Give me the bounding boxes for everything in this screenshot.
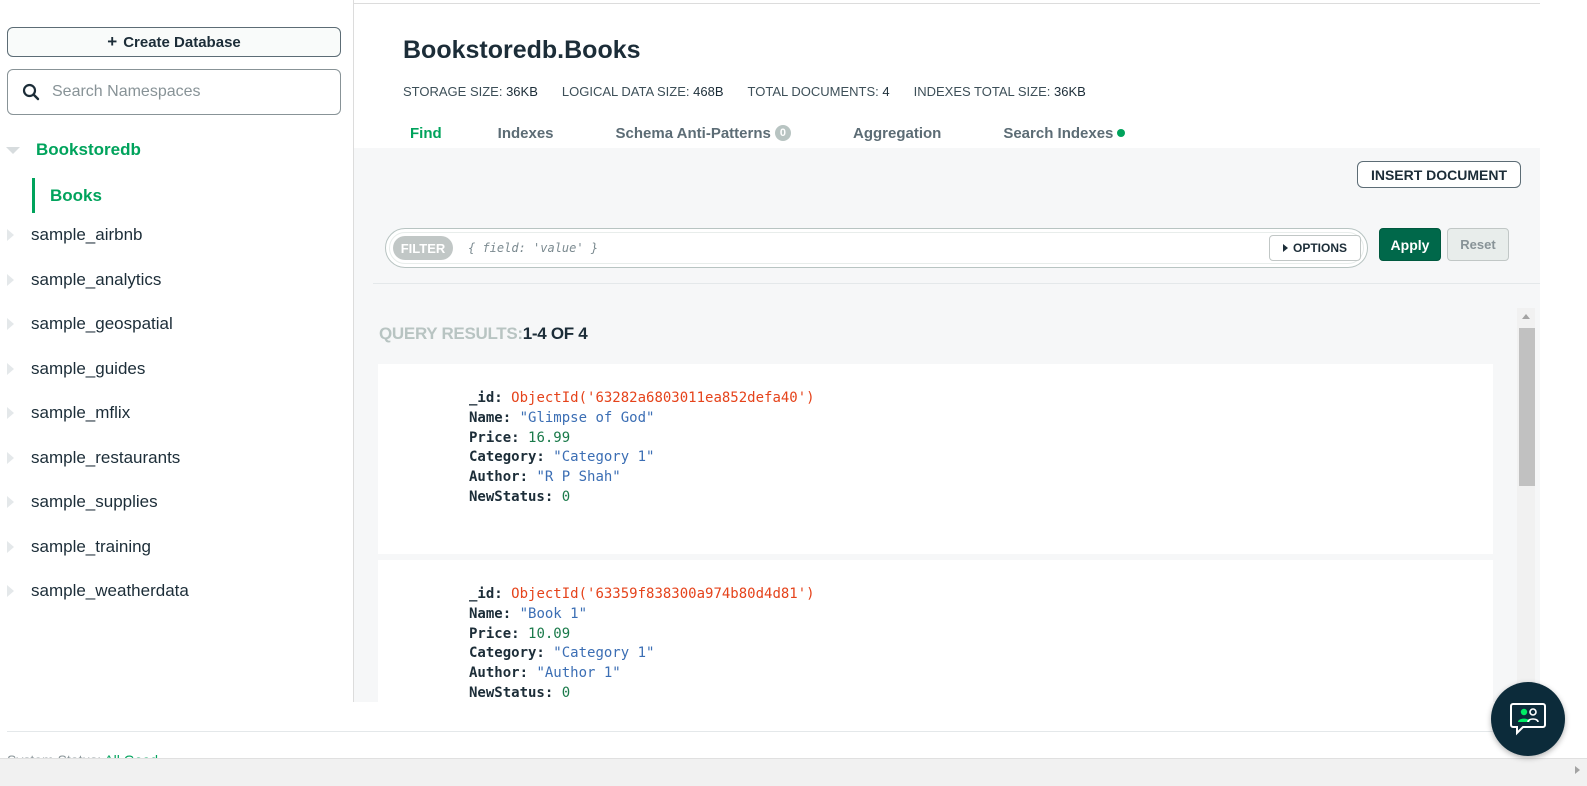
sidebar-db-label: sample_weatherdata <box>31 581 189 600</box>
sidebar-db-label: sample_mflix <box>31 403 131 422</box>
caret-right-icon <box>1282 244 1288 252</box>
stat-storage-size: STORAGE SIZE: 36KB <box>403 84 538 99</box>
search-namespaces-box[interactable] <box>7 69 341 115</box>
options-button[interactable]: OPTIONS <box>1269 235 1361 261</box>
sidebar-db-label: sample_geospatial <box>31 314 173 333</box>
insert-document-button[interactable]: INSERT DOCUMENT <box>1357 161 1521 188</box>
status-dot-icon <box>1117 129 1126 137</box>
query-results-label: QUERY RESULTS:1-4 OF 4 <box>379 324 588 343</box>
document-fields: _id: ObjectId('63282a6803011ea852defa40'… <box>469 390 815 505</box>
search-icon <box>22 83 40 101</box>
chevron-down-icon <box>6 146 20 154</box>
collection-stats: STORAGE SIZE: 36KB LOGICAL DATA SIZE: 46… <box>403 84 1110 99</box>
sidebar-db-item[interactable]: sample_supplies <box>0 487 353 517</box>
sidebar-db-bookstoredb[interactable]: Bookstoredb <box>0 135 353 165</box>
sidebar-collection-books[interactable]: Books <box>32 178 354 213</box>
collection-tabs: Find Indexes Schema Anti-Patterns 0 Aggr… <box>410 122 1126 144</box>
chat-support-icon <box>1510 703 1546 736</box>
sidebar-db-item[interactable]: sample_airbnb <box>0 220 353 250</box>
chevron-right-icon <box>7 363 14 375</box>
filter-bar: FILTER OPTIONS <box>385 228 1368 268</box>
chevron-right-icon <box>7 452 14 464</box>
chevron-right-icon <box>7 541 14 553</box>
sidebar-db-item[interactable]: sample_analytics <box>0 265 353 295</box>
tab-aggregation[interactable]: Aggregation <box>853 122 941 144</box>
sidebar-db-label: sample_guides <box>31 359 146 378</box>
results-scrollbar[interactable] <box>1517 308 1535 702</box>
stat-total-documents: TOTAL DOCUMENTS: 4 <box>747 84 890 99</box>
filter-divider <box>373 283 1540 284</box>
sidebar-db-label: sample_training <box>31 537 152 556</box>
tab-search-indexes[interactable]: Search Indexes <box>1003 122 1126 144</box>
tab-schema-anti-patterns[interactable]: Schema Anti-Patterns 0 <box>616 122 791 144</box>
sidebar-db-item[interactable]: sample_guides <box>0 354 353 384</box>
create-database-label: Create Database <box>123 33 241 51</box>
sidebar: + Create Database Bookstoredb Books samp… <box>0 0 354 702</box>
scroll-right-arrow-icon[interactable] <box>1575 766 1580 774</box>
sidebar-db-label: sample_airbnb <box>31 225 143 244</box>
apply-button[interactable]: Apply <box>1379 228 1441 261</box>
chevron-right-icon <box>7 585 14 597</box>
sidebar-db-label: Bookstoredb <box>36 140 141 159</box>
filter-input[interactable] <box>468 237 1248 259</box>
document-card[interactable]: _id: ObjectId('63359f838300a974b80d4d81'… <box>378 560 1493 702</box>
documents-workspace: INSERT DOCUMENT FILTER OPTIONS Apply Res… <box>354 148 1540 702</box>
plus-icon: + <box>107 32 118 51</box>
scrollbar-thumb[interactable] <box>1519 328 1535 486</box>
stat-logical-data-size: LOGICAL DATA SIZE: 468B <box>561 84 724 99</box>
query-results-count: 1-4 OF 4 <box>522 324 588 343</box>
sidebar-db-item[interactable]: sample_training <box>0 532 353 562</box>
sidebar-db-item[interactable]: sample_weatherdata <box>0 576 353 606</box>
sidebar-db-item[interactable]: sample_restaurants <box>0 443 353 473</box>
sidebar-db-item[interactable]: sample_mflix <box>0 398 353 428</box>
reset-button[interactable]: Reset <box>1447 228 1509 261</box>
chevron-right-icon <box>7 407 14 419</box>
sidebar-db-label: sample_analytics <box>31 270 162 289</box>
page-title: Bookstoredb.Books <box>403 36 641 64</box>
chevron-right-icon <box>7 318 14 330</box>
chevron-right-icon <box>7 496 14 508</box>
footer-divider <box>7 731 1540 732</box>
scroll-up-arrow-icon[interactable] <box>1522 314 1530 319</box>
tab-indexes[interactable]: Indexes <box>498 122 554 144</box>
sidebar-collection-label: Books <box>50 185 102 205</box>
sidebar-db-label: sample_restaurants <box>31 448 181 467</box>
main-panel: Bookstoredb.Books STORAGE SIZE: 36KB LOG… <box>354 0 1540 702</box>
document-card[interactable]: _id: ObjectId('63282a6803011ea852defa40'… <box>378 364 1493 554</box>
document-fields: _id: ObjectId('63359f838300a974b80d4d81'… <box>469 586 815 701</box>
chat-support-button[interactable] <box>1491 682 1565 756</box>
sidebar-db-item[interactable]: sample_geospatial <box>0 309 353 339</box>
filter-label: FILTER <box>393 236 453 260</box>
search-namespaces-input[interactable] <box>52 83 322 101</box>
tab-find[interactable]: Find <box>410 122 442 144</box>
chevron-right-icon <box>7 229 14 241</box>
create-database-button[interactable]: + Create Database <box>7 27 341 57</box>
horizontal-scrollbar[interactable] <box>0 758 1587 786</box>
stat-indexes-total-size: INDEXES TOTAL SIZE: 36KB <box>913 84 1086 99</box>
sidebar-db-label: sample_supplies <box>31 492 158 511</box>
schema-count-badge: 0 <box>774 125 791 141</box>
chevron-right-icon <box>7 274 14 286</box>
